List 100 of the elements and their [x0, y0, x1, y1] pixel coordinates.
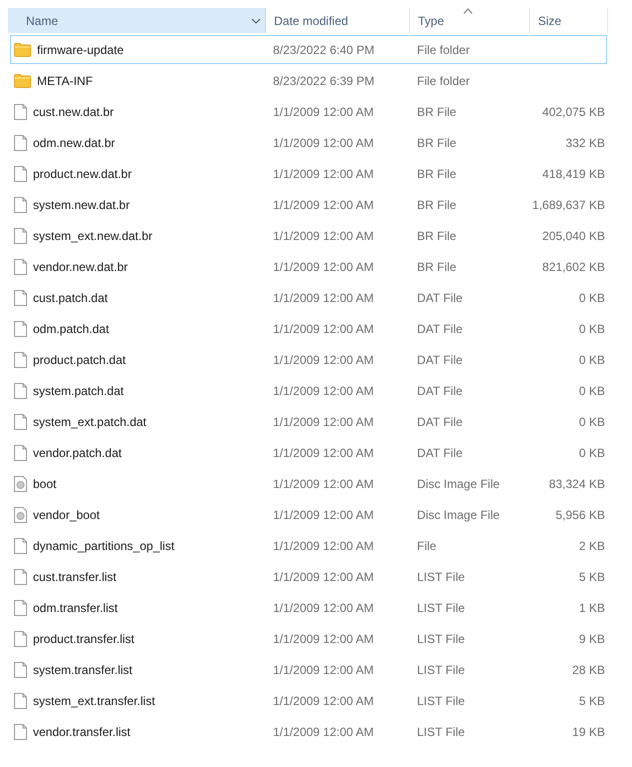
- file-size: 2 KB: [578, 538, 605, 552]
- date-modified: 8/23/2022 6:39 PM: [273, 74, 374, 88]
- file-type: File: [417, 538, 436, 552]
- file-icon: [14, 290, 27, 306]
- file-name: product.new.dat.br: [33, 166, 132, 180]
- file-icon: [14, 724, 27, 740]
- column-header[interactable]: Name: [8, 8, 266, 33]
- column-header[interactable]: Date modified: [266, 8, 410, 33]
- date-modified: 1/1/2009 12:00 AM: [273, 538, 374, 552]
- file-row[interactable]: META-INF 8/23/2022 6:39 PM File folder: [10, 66, 607, 95]
- file-name: system_ext.patch.dat: [33, 414, 146, 428]
- column-label: Date modified: [274, 14, 348, 28]
- file-size: 28 KB: [572, 662, 605, 676]
- file-type: Disc Image File: [417, 476, 500, 490]
- file-type: BR File: [417, 198, 456, 212]
- file-row[interactable]: firmware-update 8/23/2022 6:40 PM File folder: [10, 35, 607, 64]
- file-size: 0 KB: [578, 384, 605, 398]
- file-name: boot: [33, 476, 56, 490]
- file-type: LIST File: [417, 600, 465, 614]
- file-name: system.patch.dat: [33, 384, 124, 398]
- file-name: odm.patch.dat: [33, 322, 110, 336]
- date-modified: 1/1/2009 12:00 AM: [273, 352, 374, 366]
- file-type: LIST File: [417, 632, 465, 646]
- file-icon: [14, 568, 27, 584]
- file-size: 0 KB: [578, 322, 605, 336]
- file-name: cust.new.dat.br: [33, 104, 114, 118]
- date-modified: 1/1/2009 12:00 AM: [273, 104, 374, 118]
- file-icon: [14, 414, 27, 430]
- column-header[interactable]: Size: [530, 8, 608, 33]
- date-modified: 1/1/2009 12:00 AM: [273, 694, 374, 708]
- file-name: system.transfer.list: [33, 662, 132, 676]
- file-type: DAT File: [417, 352, 463, 366]
- file-row[interactable]: odm.patch.dat 1/1/2009 12:00 AM DAT File 0 KB: [10, 314, 607, 343]
- file-name: odm.new.dat.br: [33, 136, 116, 150]
- file-size: 9 KB: [578, 632, 605, 646]
- date-modified: 1/1/2009 12:00 AM: [273, 724, 374, 738]
- file-row[interactable]: cust.new.dat.br 1/1/2009 12:00 AM BR File 402,075 KB: [10, 97, 607, 126]
- file-row[interactable]: vendor.transfer.list 1/1/2009 12:00 AM LIST File 19 KB: [10, 717, 607, 746]
- file-type: File folder: [417, 74, 470, 88]
- file-size: 418,419 KB: [542, 166, 605, 180]
- folder-icon: [14, 74, 31, 88]
- file-row[interactable]: product.transfer.list 1/1/2009 12:00 AM LIST File 9 KB: [10, 624, 607, 653]
- file-row[interactable]: vendor_boot 1/1/2009 12:00 AM Disc Image File 5,956 KB: [10, 500, 607, 529]
- date-modified: 1/1/2009 12:00 AM: [273, 198, 374, 212]
- file-name: vendor.new.dat.br: [33, 260, 128, 274]
- date-modified: 1/1/2009 12:00 AM: [273, 384, 374, 398]
- file-row[interactable]: cust.transfer.list 1/1/2009 12:00 AM LIST File 5 KB: [10, 562, 607, 591]
- file-name: vendor.patch.dat: [33, 446, 122, 460]
- file-type: BR File: [417, 104, 456, 118]
- file-row[interactable]: odm.new.dat.br 1/1/2009 12:00 AM BR File 332 KB: [10, 128, 607, 157]
- file-row[interactable]: vendor.new.dat.br 1/1/2009 12:00 AM BR File 821,602 KB: [10, 252, 607, 281]
- file-name: system.new.dat.br: [33, 198, 130, 212]
- date-modified: 1/1/2009 12:00 AM: [273, 136, 374, 150]
- date-modified: 1/1/2009 12:00 AM: [273, 260, 374, 274]
- column-label: Name: [26, 14, 58, 28]
- date-modified: 1/1/2009 12:00 AM: [273, 290, 374, 304]
- file-row[interactable]: system.transfer.list 1/1/2009 12:00 AM LIST File 28 KB: [10, 655, 607, 684]
- column-label: Size: [538, 14, 562, 28]
- file-type: BR File: [417, 228, 456, 242]
- file-type: Disc Image File: [417, 508, 500, 522]
- file-type: BR File: [417, 136, 456, 150]
- file-row[interactable]: odm.transfer.list 1/1/2009 12:00 AM LIST File 1 KB: [10, 593, 607, 622]
- folder-icon: [14, 42, 31, 56]
- file-icon: [14, 352, 27, 368]
- date-modified: 1/1/2009 12:00 AM: [273, 662, 374, 676]
- date-modified: 1/1/2009 12:00 AM: [273, 570, 374, 584]
- file-row[interactable]: system_ext.new.dat.br 1/1/2009 12:00 AM BR File 205,040 KB: [10, 221, 607, 250]
- file-row[interactable]: vendor.patch.dat 1/1/2009 12:00 AM DAT File 0 KB: [10, 438, 607, 467]
- file-row[interactable]: system.new.dat.br 1/1/2009 12:00 AM BR File 1,689,637 KB: [10, 190, 607, 219]
- file-row[interactable]: system_ext.transfer.list 1/1/2009 12:00 AM LIST File 5 KB: [10, 686, 607, 715]
- file-row[interactable]: system_ext.patch.dat 1/1/2009 12:00 AM DAT File 0 KB: [10, 407, 607, 436]
- file-size: 5,956 KB: [556, 508, 605, 522]
- file-type: DAT File: [417, 414, 463, 428]
- file-icon: [14, 320, 27, 336]
- disc-file-icon: [14, 506, 27, 522]
- file-type: LIST File: [417, 694, 465, 708]
- sort-caret-icon: [463, 8, 473, 14]
- file-row[interactable]: product.new.dat.br 1/1/2009 12:00 AM BR File 418,419 KB: [10, 159, 607, 188]
- file-name: system_ext.new.dat.br: [33, 228, 152, 242]
- file-row[interactable]: dynamic_partitions_op_list 1/1/2009 12:00 AM File 2 KB: [10, 531, 607, 560]
- date-modified: 1/1/2009 12:00 AM: [273, 414, 374, 428]
- file-row[interactable]: boot 1/1/2009 12:00 AM Disc Image File 83,324 KB: [10, 469, 607, 498]
- file-size: 332 KB: [566, 136, 605, 150]
- file-type: DAT File: [417, 290, 463, 304]
- file-name: vendor_boot: [33, 508, 100, 522]
- file-size: 0 KB: [578, 414, 605, 428]
- file-icon: [14, 134, 27, 150]
- file-name: product.transfer.list: [33, 632, 134, 646]
- file-icon: [14, 630, 27, 646]
- chevron-down-icon[interactable]: [251, 18, 261, 24]
- file-row[interactable]: system.patch.dat 1/1/2009 12:00 AM DAT File 0 KB: [10, 376, 607, 405]
- file-row[interactable]: product.patch.dat 1/1/2009 12:00 AM DAT File 0 KB: [10, 345, 607, 374]
- file-row[interactable]: cust.patch.dat 1/1/2009 12:00 AM DAT File 0 KB: [10, 283, 607, 312]
- file-type: LIST File: [417, 662, 465, 676]
- file-size: 19 KB: [572, 724, 605, 738]
- date-modified: 1/1/2009 12:00 AM: [273, 322, 374, 336]
- file-size: 0 KB: [578, 352, 605, 366]
- file-size: 1 KB: [578, 600, 605, 614]
- column-header[interactable]: Type: [410, 8, 530, 33]
- file-size: 821,602 KB: [542, 260, 605, 274]
